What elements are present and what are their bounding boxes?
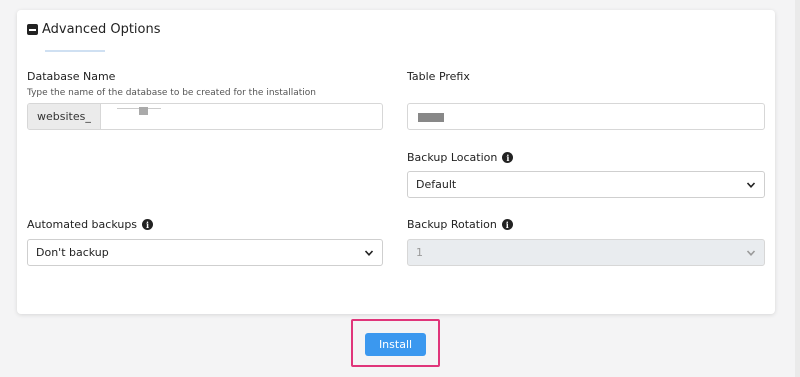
info-icon[interactable]: i <box>501 219 513 230</box>
backup-rotation-label: Backup Rotation i <box>407 218 513 231</box>
database-name-hint: Type the name of the database to be crea… <box>27 88 317 98</box>
page-scrollbar[interactable] <box>795 0 800 377</box>
backup-rotation-label-text: Backup Rotation <box>407 218 497 231</box>
automated-backups-label: Automated backups i <box>27 218 154 231</box>
automated-backups-select[interactable]: Don't backup <box>27 239 383 266</box>
backup-location-select[interactable]: Default <box>407 171 765 198</box>
database-name-input-group: websites_ <box>27 103 383 130</box>
table-prefix-input[interactable] <box>407 103 765 130</box>
info-icon[interactable]: i <box>502 152 514 163</box>
chevron-down-icon <box>746 181 756 188</box>
section-underline <box>45 50 105 52</box>
chevron-down-icon <box>364 249 374 256</box>
masked-prefix-value <box>418 113 444 122</box>
backup-location-label-text: Backup Location <box>407 151 498 164</box>
info-icon[interactable]: i <box>142 219 154 230</box>
table-prefix-label: Table Prefix <box>407 70 470 83</box>
backup-location-value: Default <box>416 178 457 191</box>
masked-value-block <box>138 107 148 115</box>
database-name-input[interactable] <box>101 104 382 129</box>
advanced-options-card: Advanced Options <box>17 10 775 314</box>
database-name-label-text: Database Name <box>27 70 116 83</box>
database-name-label: Database Name <box>27 70 115 83</box>
backup-rotation-select: 1 <box>407 239 765 266</box>
install-button[interactable]: Install <box>365 333 426 356</box>
backup-location-label: Backup Location i <box>407 151 514 164</box>
backup-rotation-value: 1 <box>416 246 423 259</box>
chevron-down-icon <box>746 249 756 256</box>
table-prefix-label-text: Table Prefix <box>407 70 470 83</box>
automated-backups-label-text: Automated backups <box>27 218 138 231</box>
minus-square-icon[interactable] <box>27 24 38 35</box>
automated-backups-value: Don't backup <box>36 246 109 259</box>
section-header[interactable]: Advanced Options <box>27 22 161 37</box>
section-title: Advanced Options <box>42 22 161 37</box>
database-prefix-addon: websites_ <box>28 104 101 129</box>
